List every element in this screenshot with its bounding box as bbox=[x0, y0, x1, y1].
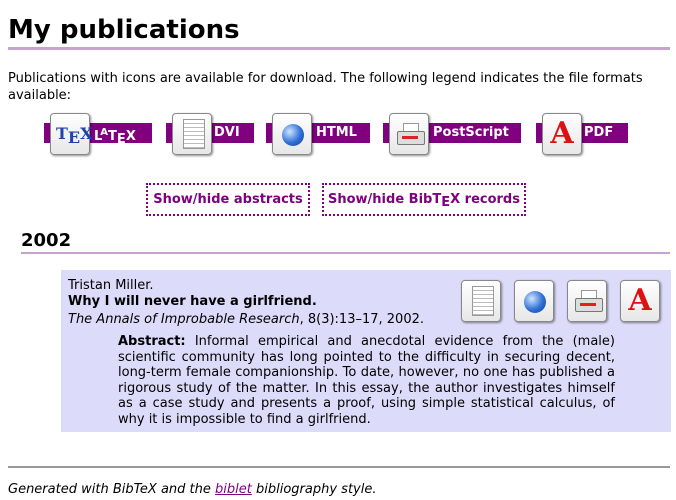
publication-abstract: Abstract: Informal empirical and anecdot… bbox=[118, 334, 615, 427]
download-pdf-icon[interactable]: A bbox=[620, 280, 660, 322]
download-dvi-icon[interactable] bbox=[461, 280, 501, 322]
publication-entry: Tristan Miller. Why I will never have a … bbox=[61, 270, 671, 432]
publication-venue: The Annals of Improbable Research, 8(3):… bbox=[68, 312, 424, 327]
footer-text: Generated with BibTeX and the biblet bib… bbox=[8, 482, 377, 497]
intro-text: Publications with icons are available fo… bbox=[8, 71, 643, 103]
biblet-link[interactable]: biblet bbox=[215, 482, 252, 497]
dvi-icon bbox=[172, 113, 212, 155]
abstract-label: Abstract: bbox=[118, 334, 186, 349]
postscript-printer-icon bbox=[389, 113, 429, 155]
download-postscript-icon[interactable] bbox=[567, 280, 607, 322]
format-legend: LATEX TEX DVI HTML PostScript PDF A bbox=[0, 113, 676, 159]
pdf-icon: A bbox=[542, 113, 582, 155]
latex-icon: TEX bbox=[50, 113, 93, 155]
journal-name: The Annals of Improbable Research bbox=[68, 312, 300, 327]
year-divider bbox=[21, 252, 670, 254]
toggle-bibtex-button[interactable]: Show/hide BibTEX records bbox=[322, 183, 526, 216]
publication-title: Why I will never have a girlfriend. bbox=[68, 294, 317, 309]
publication-authors: Tristan Miller. bbox=[68, 278, 154, 293]
year-heading: 2002 bbox=[21, 230, 72, 251]
title-divider bbox=[8, 47, 670, 50]
page-title: My publications bbox=[8, 15, 240, 45]
download-html-icon[interactable] bbox=[514, 280, 554, 322]
html-globe-icon bbox=[272, 113, 312, 155]
footer-divider bbox=[8, 466, 670, 468]
toggle-abstracts-button[interactable]: Show/hide abstracts bbox=[146, 183, 310, 216]
